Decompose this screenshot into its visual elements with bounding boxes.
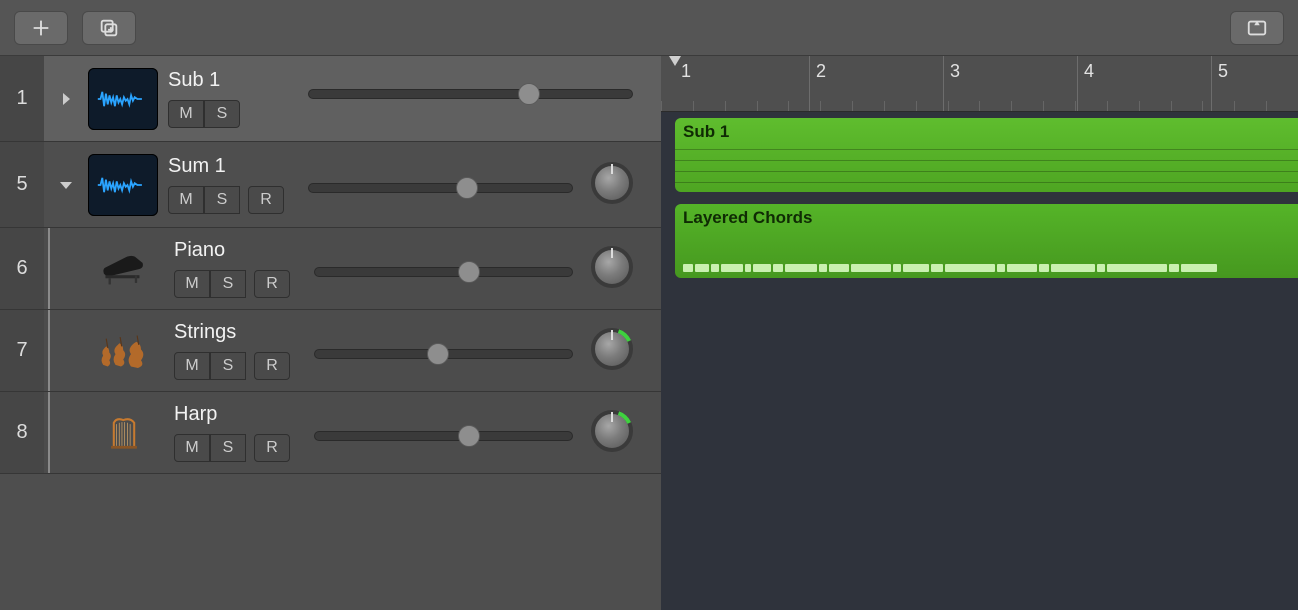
track-icon[interactable] [88,68,158,130]
group-indicator [48,310,50,391]
toolbar [0,0,1298,56]
record-enable-button[interactable]: R [254,270,290,298]
group-indicator [48,392,50,473]
track-number: 1 [0,56,44,141]
chevron-right-icon [58,91,74,107]
bar-number: 1 [681,61,691,82]
track-number: 8 [0,392,44,473]
waveform-icon [96,82,150,116]
catch-playhead-button[interactable] [1230,11,1284,45]
track-number: 6 [0,228,44,309]
region-lane[interactable]: Sub 1 [661,112,1298,198]
track-number: 7 [0,310,44,391]
waveform-icon [96,168,150,202]
track-icon[interactable] [84,320,164,382]
strings-icon [97,334,151,368]
bar-number: 4 [1084,61,1094,82]
track-row[interactable]: 1 Sub 1 M S [0,56,661,142]
volume-slider[interactable] [314,262,573,282]
bar-number: 5 [1218,61,1228,82]
mute-button[interactable]: M [174,270,210,298]
track-icon[interactable] [84,238,164,300]
record-enable-button[interactable]: R [248,186,284,214]
mute-button[interactable]: M [174,434,210,462]
tracks-panel: 1 Sub 1 M S [0,56,661,610]
track-name[interactable]: Piano [174,239,304,262]
volume-slider[interactable] [314,344,573,364]
chevron-down-icon [58,177,74,193]
piano-icon [97,252,151,286]
disclosure-button[interactable] [54,177,78,193]
track-name[interactable]: Sum 1 [168,155,298,178]
catch-icon [1246,17,1268,39]
duplicate-icon [98,17,120,39]
track-name[interactable]: Harp [174,403,304,426]
volume-slider[interactable] [308,178,573,198]
plus-icon [30,17,52,39]
record-enable-button[interactable]: R [254,434,290,462]
add-track-button[interactable] [14,11,68,45]
track-row[interactable]: 6 Piano M S R [0,228,661,310]
volume-slider[interactable] [308,84,633,104]
track-icon[interactable] [88,154,158,216]
record-enable-button[interactable]: R [254,352,290,380]
duplicate-track-button[interactable] [82,11,136,45]
track-row[interactable]: 5 Sum 1 M S R [0,142,661,228]
arrange-area[interactable]: 1 2 3 4 5 Sub 1 Layered Chords [661,56,1298,610]
solo-button[interactable]: S [210,270,246,298]
mute-button[interactable]: M [168,186,204,214]
midi-notes [683,234,1290,272]
harp-icon [97,416,151,450]
disclosure-button[interactable] [54,91,78,107]
track-name[interactable]: Sub 1 [168,69,298,92]
track-name[interactable]: Strings [174,321,304,344]
mute-button[interactable]: M [168,100,204,128]
solo-button[interactable]: S [210,352,246,380]
pan-knob[interactable] [591,410,633,452]
bar-number: 2 [816,61,826,82]
track-icon[interactable] [84,402,164,464]
timeline-ruler[interactable]: 1 2 3 4 5 [661,56,1298,112]
region-label: Sub 1 [683,122,729,141]
region-lane[interactable] [661,366,1298,448]
volume-slider[interactable] [314,426,573,446]
region-lane[interactable] [661,284,1298,366]
region[interactable]: Sub 1 [675,118,1298,192]
track-number: 5 [0,142,44,227]
pan-knob[interactable] [591,162,633,204]
region-lane[interactable]: Layered Chords [661,198,1298,284]
region[interactable]: Layered Chords [675,204,1298,278]
mute-button[interactable]: M [174,352,210,380]
pan-knob[interactable] [591,328,633,370]
region-lane[interactable] [661,448,1298,530]
region-label: Layered Chords [683,208,812,227]
pan-knob[interactable] [591,246,633,288]
track-row[interactable]: 7 [0,310,661,392]
bar-number: 3 [950,61,960,82]
solo-button[interactable]: S [204,186,240,214]
group-indicator [48,228,50,309]
track-row[interactable]: 8 Harp [0,392,661,474]
solo-button[interactable]: S [210,434,246,462]
solo-button[interactable]: S [204,100,240,128]
